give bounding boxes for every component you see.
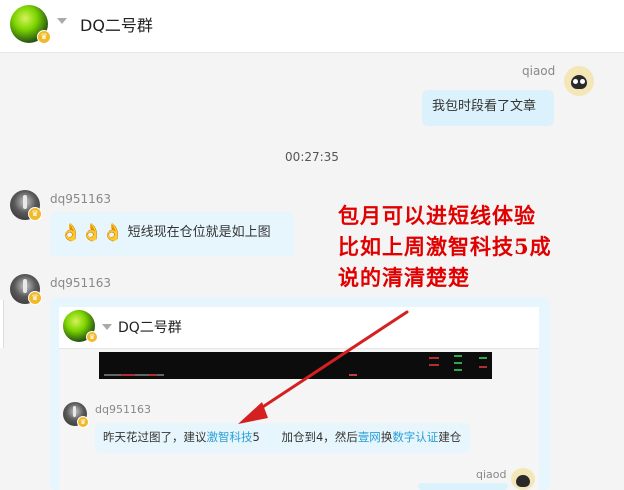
annotation-text: 说的清清楚楚: [338, 265, 470, 290]
message-text: 短线现在仓位就是如上图: [127, 225, 271, 240]
stock-link[interactable]: 壹网: [358, 430, 381, 444]
crown-badge-icon: ♛: [86, 331, 98, 343]
message-text: 换: [380, 430, 393, 444]
ok-hand-icon: 👌: [102, 223, 124, 243]
crown-badge-icon: ♛: [28, 291, 42, 305]
message-bubble: [418, 483, 508, 490]
crown-badge-icon: ♛: [37, 30, 51, 44]
message-bubble[interactable]: 我包时段看了文章: [422, 90, 554, 126]
sender-name: dq951163: [95, 403, 151, 416]
forwarded-group-title: DQ二号群: [118, 320, 182, 336]
sender-name: qiaod: [476, 468, 507, 481]
annotation-text: 包月可以进短线体验: [338, 203, 536, 228]
message-text: 5: [252, 430, 260, 444]
annotation-text: 比如上周激智科技5成: [338, 234, 552, 259]
sender-name: qiaod: [522, 64, 556, 78]
chat-header: ♛ DQ二号群: [0, 0, 624, 53]
stock-chart-image: [99, 352, 492, 379]
message-text: 建仓: [438, 430, 462, 444]
message-text: 昨天花过图了，建议: [103, 430, 207, 444]
avatar[interactable]: [564, 66, 594, 96]
message-bubble: 昨天花过图了，建议激智科技5 加仓到4，然后壹网换数字认证建仓: [95, 423, 470, 453]
side-panel-edge: [0, 300, 3, 348]
message-bubble[interactable]: 👌👌👌 短线现在仓位就是如上图: [50, 212, 294, 256]
ok-hand-icon: 👌: [81, 223, 103, 243]
crown-badge-icon: ♛: [77, 416, 89, 428]
timestamp: 00:27:35: [285, 150, 339, 164]
stock-link[interactable]: 数字认证: [392, 430, 438, 444]
group-title: DQ二号群: [80, 16, 153, 35]
avatar: [511, 468, 535, 490]
crown-badge-icon: ♛: [28, 207, 42, 221]
sender-name: dq951163: [50, 276, 112, 290]
chevron-down-icon: [102, 324, 112, 330]
stock-link[interactable]: 激智科技: [207, 430, 253, 444]
message-text: 加仓到4，然后: [281, 430, 358, 444]
sender-name: dq951163: [50, 192, 112, 206]
ok-hand-icon: 👌: [60, 223, 82, 243]
chevron-down-icon[interactable]: [57, 18, 67, 24]
